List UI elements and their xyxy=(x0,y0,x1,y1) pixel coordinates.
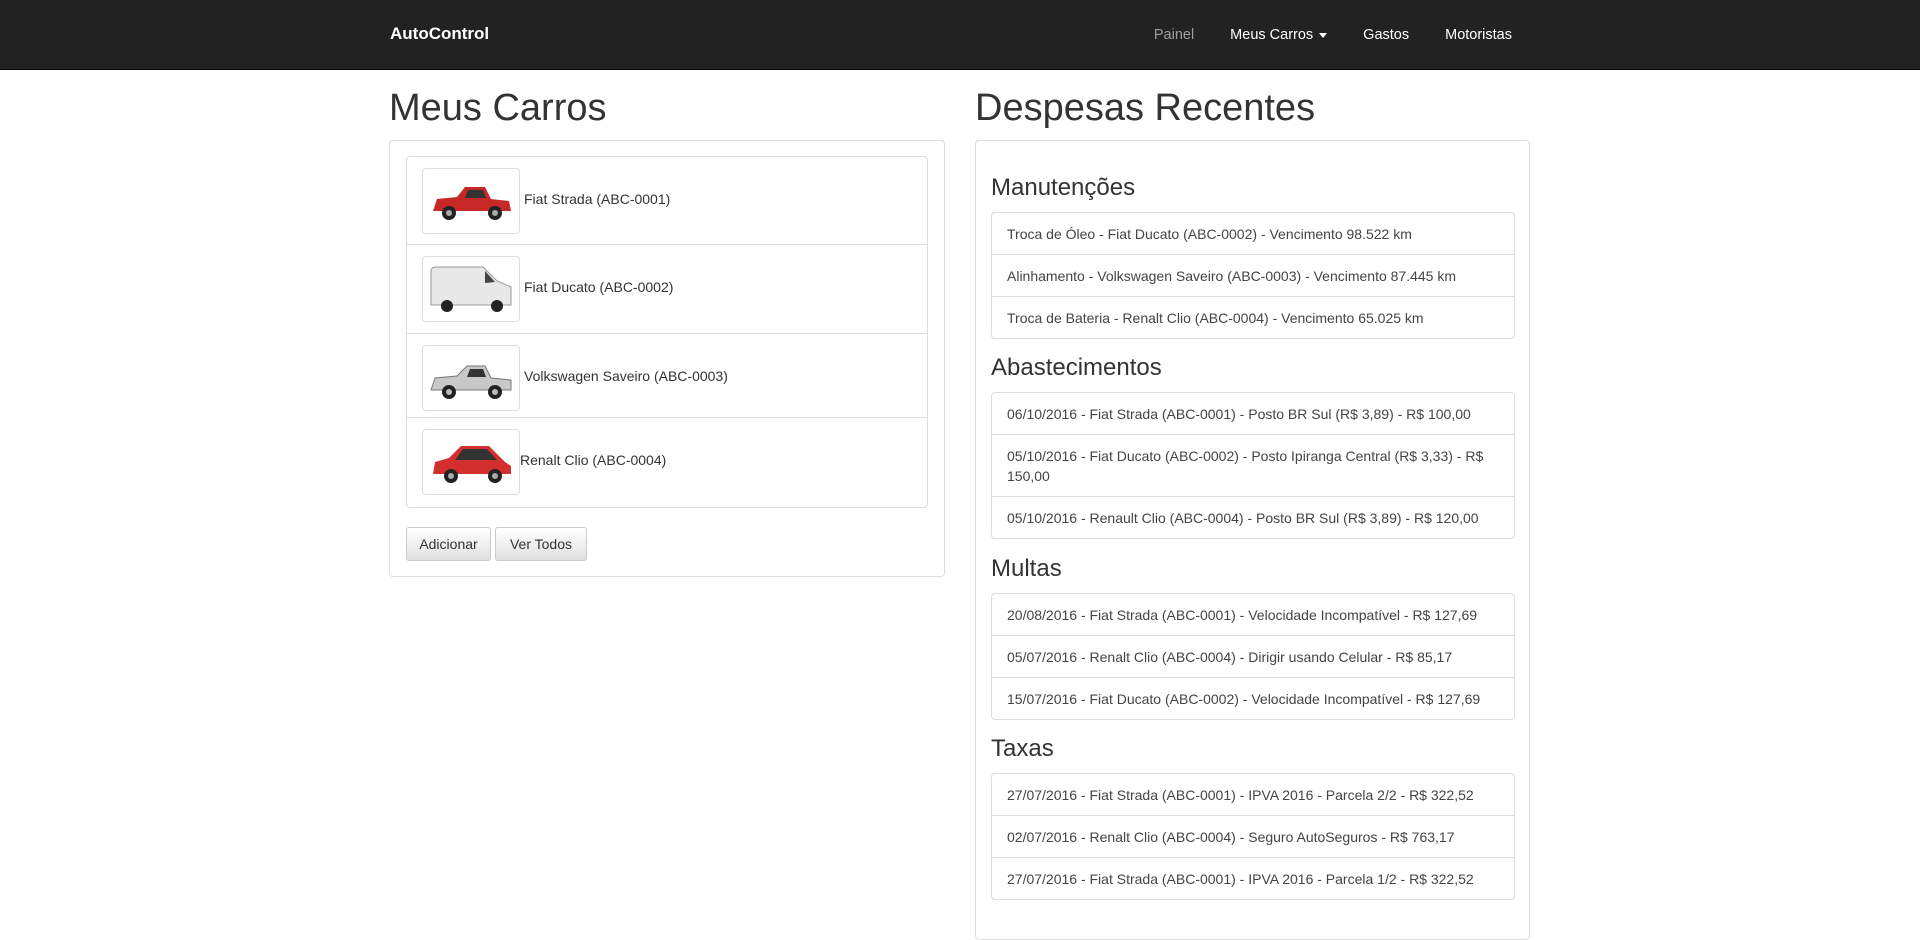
fines-section-title: Multas xyxy=(991,555,1062,582)
fuel-list: 06/10/2016 - Fiat Strada (ABC-0001) - Po… xyxy=(991,392,1515,539)
car-thumbnail xyxy=(422,345,520,411)
expenses-page-title: Despesas Recentes xyxy=(975,87,1316,129)
pickup-car-icon xyxy=(430,365,512,399)
main-nav: Painel Meus Carros Gastos Motoristas xyxy=(1118,0,1512,70)
maintenance-section-title: Manutenções xyxy=(991,174,1136,201)
brand-link[interactable]: AutoControl xyxy=(390,24,489,44)
top-navbar: AutoControl Painel Meus Carros Gastos Mo… xyxy=(0,0,1920,70)
car-list-item[interactable]: Fiat Ducato (ABC-0002) xyxy=(407,245,927,334)
add-car-button[interactable]: Adicionar xyxy=(406,527,491,561)
nav-item-meus-carros[interactable]: Meus Carros xyxy=(1230,27,1328,43)
car-list-item[interactable]: Renalt Clio (ABC-0004) xyxy=(407,418,927,507)
list-item: 20/08/2016 - Fiat Strada (ABC-0001) - Ve… xyxy=(992,594,1514,636)
van-icon xyxy=(430,266,512,312)
car-name: Renalt Clio (ABC-0004) xyxy=(520,452,667,468)
nav-item-gastos[interactable]: Gastos xyxy=(1363,27,1409,43)
car-name: Fiat Ducato (ABC-0002) xyxy=(524,279,674,295)
list-item: Troca de Bateria - Renalt Clio (ABC-0004… xyxy=(1007,310,1424,326)
cars-panel: Fiat Strada (ABC-0001) Fiat Ducato (ABC-… xyxy=(389,140,945,577)
list-item: 02/07/2016 - Renalt Clio (ABC-0004) - Se… xyxy=(992,816,1514,858)
list-item: Troca de Óleo - Fiat Ducato (ABC-0002) -… xyxy=(992,213,1514,255)
car-list-item[interactable]: Fiat Strada (ABC-0001) xyxy=(407,157,927,245)
expenses-panel: Manutenções Troca de Óleo - Fiat Ducato … xyxy=(975,140,1530,940)
nav-item-motoristas[interactable]: Motoristas xyxy=(1445,27,1512,43)
car-name: Fiat Strada (ABC-0001) xyxy=(524,191,671,207)
pickup-car-icon xyxy=(433,187,511,220)
cars-page-title: Meus Carros xyxy=(389,87,607,129)
car-list-item[interactable]: Volkswagen Saveiro (ABC-0003) xyxy=(407,334,927,418)
fees-list: 27/07/2016 - Fiat Strada (ABC-0001) - IP… xyxy=(991,773,1515,900)
nav-item-meus-carros-label: Meus Carros xyxy=(1230,27,1314,43)
car-thumbnail xyxy=(422,168,520,234)
fees-section-title: Taxas xyxy=(991,735,1054,762)
list-item: 05/10/2016 - Renault Clio (ABC-0004) - P… xyxy=(1007,510,1479,526)
list-item: 27/07/2016 - Fiat Strada (ABC-0001) - IP… xyxy=(992,774,1514,816)
list-item: 05/07/2016 - Renalt Clio (ABC-0004) - Di… xyxy=(992,636,1514,678)
hatchback-car-icon xyxy=(433,446,511,483)
list-item: 15/07/2016 - Fiat Ducato (ABC-0002) - Ve… xyxy=(1007,691,1481,707)
list-item: 27/07/2016 - Fiat Strada (ABC-0001) - IP… xyxy=(1007,871,1474,887)
nav-item-painel[interactable]: Painel xyxy=(1154,27,1194,43)
fuel-section-title: Abastecimentos xyxy=(991,354,1162,381)
caret-down-icon xyxy=(1319,32,1328,38)
list-item: Alinhamento - Volkswagen Saveiro (ABC-00… xyxy=(992,255,1514,297)
view-all-cars-button[interactable]: Ver Todos xyxy=(495,527,587,561)
car-list: Fiat Strada (ABC-0001) Fiat Ducato (ABC-… xyxy=(406,156,928,508)
list-item: 06/10/2016 - Fiat Strada (ABC-0001) - Po… xyxy=(992,393,1514,435)
car-thumbnail xyxy=(422,429,520,495)
car-name: Volkswagen Saveiro (ABC-0003) xyxy=(524,368,728,384)
car-thumbnail xyxy=(422,256,520,322)
fines-list: 20/08/2016 - Fiat Strada (ABC-0001) - Ve… xyxy=(991,593,1515,720)
maintenance-list: Troca de Óleo - Fiat Ducato (ABC-0002) -… xyxy=(991,212,1515,339)
list-item: 05/10/2016 - Fiat Ducato (ABC-0002) - Po… xyxy=(992,435,1514,497)
